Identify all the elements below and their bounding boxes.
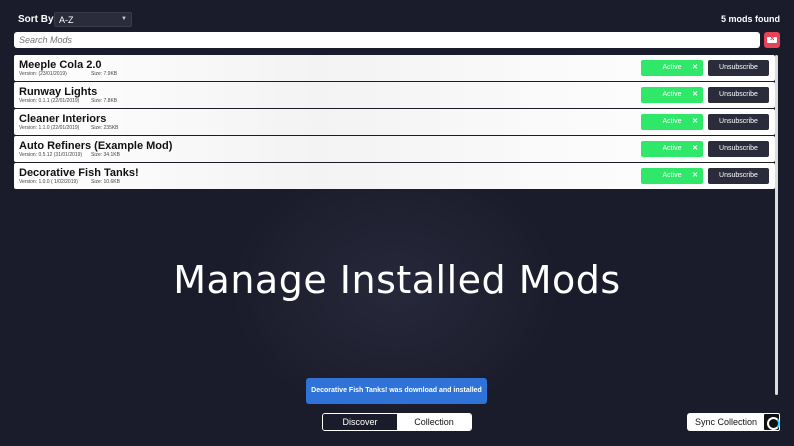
active-toggle[interactable]: Active ✕ [641, 60, 703, 76]
active-label: Active [662, 64, 682, 71]
mod-size: Size: 7.9KB [91, 71, 118, 77]
active-toggle[interactable]: Active ✕ [641, 141, 703, 157]
active-toggle[interactable]: Active ✕ [641, 87, 703, 103]
view-tabs: Discover Collection [322, 413, 472, 431]
mod-title: Auto Refiners (Example Mod) [19, 140, 173, 152]
active-label: Active [662, 118, 682, 125]
mod-size: Size: 235KB [91, 125, 119, 131]
unsubscribe-button[interactable]: Unsubscribe [708, 87, 769, 103]
mod-size: Size: 10.6KB [91, 179, 120, 185]
sync-icon[interactable] [763, 413, 780, 431]
mod-version: Version: 1.1.0 (22/01/2019) [19, 125, 80, 131]
mod-version: Version: 1.0.0 ( 1/02/2019) [19, 179, 78, 185]
install-toast: Decorative Fish Tanks! was download and … [306, 378, 487, 404]
clear-search-button[interactable] [764, 32, 780, 48]
mod-list: Meeple Cola 2.0 Version: (23/01/2019) Si… [14, 55, 775, 190]
active-label: Active [662, 172, 682, 179]
mod-meta: Version: 1.0.0 ( 1/02/2019) Size: 10.6KB [19, 179, 120, 185]
mod-row: Runway Lights Version: 0.1.1 (22/01/2019… [14, 82, 775, 108]
mod-version: Version: (23/01/2019) [19, 71, 67, 77]
unsubscribe-button[interactable]: Unsubscribe [708, 168, 769, 184]
mod-title: Meeple Cola 2.0 [19, 59, 102, 71]
mod-version: Version: 0.5.12 (31/01/2019) [19, 152, 83, 158]
search-input[interactable] [14, 32, 760, 48]
mod-row: Meeple Cola 2.0 Version: (23/01/2019) Si… [14, 55, 775, 81]
chevron-down-icon: ▼ [121, 16, 127, 22]
active-toggle[interactable]: Active ✕ [641, 114, 703, 130]
sort-value: A-Z [59, 15, 74, 25]
mod-version: Version: 0.1.1 (22/01/2019) [19, 98, 80, 104]
unsubscribe-button[interactable]: Unsubscribe [708, 114, 769, 130]
active-toggle[interactable]: Active ✕ [641, 168, 703, 184]
unsubscribe-button[interactable]: Unsubscribe [708, 60, 769, 76]
mod-title: Decorative Fish Tanks! [19, 167, 139, 179]
unsubscribe-button[interactable]: Unsubscribe [708, 141, 769, 157]
mod-title: Runway Lights [19, 86, 98, 98]
mod-row: Decorative Fish Tanks! Version: 1.0.0 ( … [14, 163, 775, 189]
sort-label: Sort By: [18, 14, 57, 25]
close-icon: ✕ [692, 118, 698, 125]
mod-meta: Version: (23/01/2019) Size: 7.9KB [19, 71, 117, 77]
mod-size: Size: 34.1KB [91, 152, 120, 158]
tab-collection[interactable]: Collection [397, 414, 471, 430]
sort-select[interactable]: A-Z ▼ [54, 12, 132, 27]
mod-meta: Version: 1.1.0 (22/01/2019) Size: 235KB [19, 125, 119, 131]
backspace-icon [767, 34, 777, 43]
mod-meta: Version: 0.1.1 (22/01/2019) Size: 7.8KB [19, 98, 117, 104]
page-title: Manage Installed Mods [173, 258, 621, 302]
close-icon: ✕ [692, 91, 698, 98]
close-icon: ✕ [692, 172, 698, 179]
top-bar: Sort By: A-Z ▼ 5 mods found [0, 0, 794, 30]
close-icon: ✕ [692, 64, 698, 71]
mods-count: 5 mods found [721, 14, 780, 24]
mod-row: Cleaner Interiors Version: 1.1.0 (22/01/… [14, 109, 775, 135]
mod-size: Size: 7.8KB [91, 98, 118, 104]
mod-meta: Version: 0.5.12 (31/01/2019) Size: 34.1K… [19, 152, 120, 158]
active-label: Active [662, 91, 682, 98]
mod-row: Auto Refiners (Example Mod) Version: 0.5… [14, 136, 775, 162]
tab-discover[interactable]: Discover [323, 414, 397, 430]
active-label: Active [662, 145, 682, 152]
mod-title: Cleaner Interiors [19, 113, 107, 125]
scrollbar[interactable] [775, 55, 778, 395]
close-icon: ✕ [692, 145, 698, 152]
